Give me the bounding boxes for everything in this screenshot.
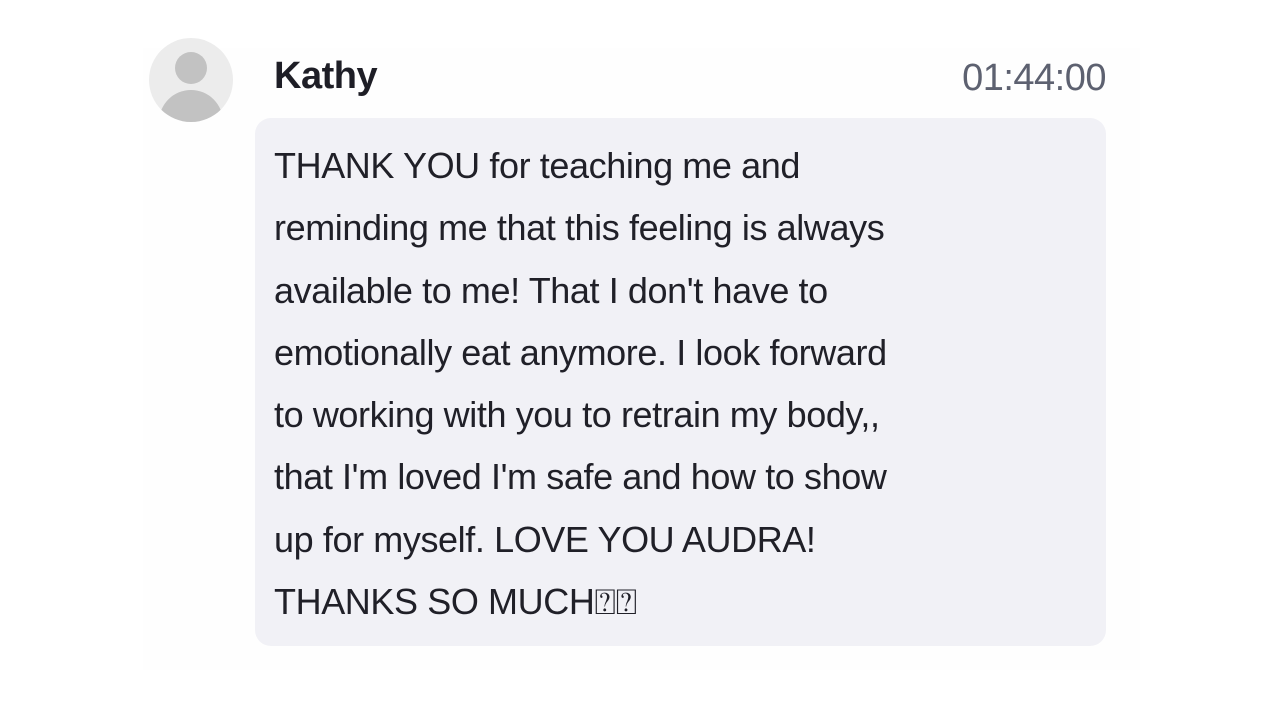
message-line-6: that I'm loved I'm safe and how to show: [274, 456, 887, 498]
message-timestamp: 01:44:00: [962, 57, 1106, 99]
avatar-head-shape: [175, 52, 207, 84]
user-avatar-icon: [149, 38, 233, 122]
avatar-shoulders-shape: [159, 90, 223, 122]
message-line-4: emotionally eat anymore. I look forward: [274, 331, 887, 373]
message-line-7: up for myself. LOVE YOU AUDRA!: [274, 518, 816, 560]
message-bubble: THANK YOU for teaching me and reminding …: [255, 118, 1106, 646]
message-line-8: THANKS SO MUCH⍰⍰: [274, 581, 637, 623]
chat-view: Kathy 01:44:00 THANK YOU for teaching me…: [0, 0, 1280, 720]
sender-name: Kathy: [274, 55, 378, 97]
message-line-5: to working with you to retrain my body,,: [274, 394, 880, 436]
message-line-3: available to me! That I don't have to: [274, 269, 828, 311]
message-text: THANK YOU for teaching me and reminding …: [274, 135, 1092, 633]
message-line-2: reminding me that this feeling is always: [274, 207, 885, 249]
message-line-1: THANK YOU for teaching me and: [274, 145, 800, 186]
